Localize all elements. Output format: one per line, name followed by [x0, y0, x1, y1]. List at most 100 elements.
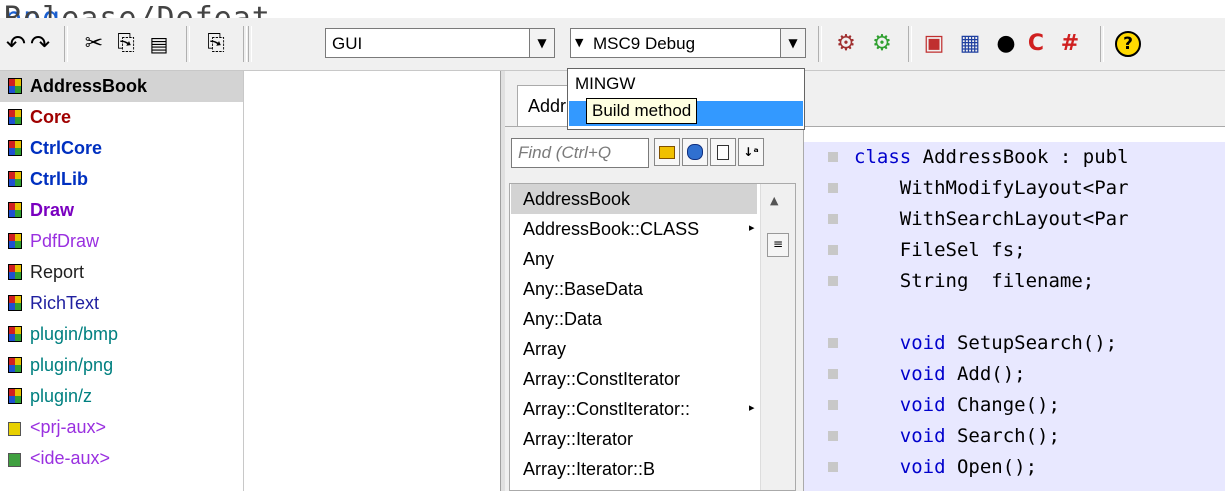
code-line: void SetupSearch();	[804, 328, 1225, 359]
line-marker[interactable]	[828, 152, 838, 162]
package-icon	[8, 388, 24, 405]
hash-icon[interactable]: #	[1054, 28, 1086, 60]
copy-icon[interactable]: ⎘	[110, 28, 142, 60]
toolbar-separator	[1100, 26, 1104, 62]
package-icon	[8, 326, 24, 343]
package-item[interactable]: <ide-aux>	[0, 443, 243, 474]
package-label: CtrlCore	[30, 138, 103, 158]
navigator-item[interactable]: AddressBook::CLASS	[511, 214, 757, 244]
sort-icon[interactable]: ↓ᵃ	[738, 138, 764, 166]
package-label: plugin/z	[30, 386, 93, 406]
navigator-item[interactable]: Array::Iterator	[511, 424, 757, 454]
calendar-icon[interactable]: ▦	[954, 28, 986, 60]
package-label: plugin/bmp	[30, 324, 119, 344]
toolbar-separator	[64, 26, 68, 62]
code-line: String filename;	[804, 266, 1225, 297]
debug-icon[interactable]: ●	[990, 28, 1022, 60]
code-line: FileSel fs;	[804, 235, 1225, 266]
package-item[interactable]: plugin/bmp	[0, 319, 243, 350]
navigator-item[interactable]: Array::ConstIterator::	[511, 394, 757, 424]
scrollbar[interactable]: ▲ ≡	[760, 184, 795, 490]
line-marker[interactable]	[828, 462, 838, 472]
package-item[interactable]: plugin/z	[0, 381, 243, 412]
code-line: void Change();	[804, 390, 1225, 421]
package-item[interactable]: <prj-aux>	[0, 412, 243, 443]
package-icon	[8, 140, 24, 157]
line-marker[interactable]	[828, 369, 838, 379]
package-item[interactable]: PdfDraw	[0, 226, 243, 257]
dropdown-option-mingw[interactable]: MINGW	[569, 71, 803, 96]
main-config-combo[interactable]: GUI ▼	[325, 28, 555, 58]
redo-icon[interactable]: ↷	[24, 28, 56, 60]
package-icon	[8, 264, 24, 281]
package-list: AddressBook Core CtrlCore CtrlLib Draw PdfDra…	[0, 71, 244, 491]
chevron-down-icon: ▼	[575, 36, 584, 49]
navigator-list: ▲ ≡ AddressBook AddressBook::CLASS ▸ Any Any…	[509, 183, 796, 491]
package-item[interactable]: plugin/png	[0, 350, 243, 381]
navigator-item[interactable]: AddressBook	[511, 184, 757, 214]
navigator-item[interactable]: Array::ConstIterator	[511, 364, 757, 394]
windows-icon[interactable]: ▣	[918, 28, 950, 60]
package-icon	[8, 202, 24, 219]
package-item[interactable]: RichText	[0, 288, 243, 319]
stop-icon[interactable]: C	[1020, 28, 1052, 60]
line-marker[interactable]	[828, 400, 838, 410]
code-line: WithModifyLayout<Par	[804, 173, 1225, 204]
package-icon	[8, 109, 24, 126]
package-label: CtrlLib	[30, 169, 88, 189]
toolbar-separator	[248, 26, 252, 62]
package-item[interactable]: Core	[0, 102, 243, 133]
navigator-item[interactable]: Any::BaseData	[511, 274, 757, 304]
line-marker[interactable]	[828, 338, 838, 348]
navigator-item[interactable]: Array::Iterator::B	[511, 454, 757, 484]
expand-arrow-icon[interactable]: ▸	[749, 221, 755, 234]
navigator-item[interactable]: Any	[511, 244, 757, 274]
duplicate-icon[interactable]: ⎘	[200, 28, 232, 60]
expand-arrow-icon[interactable]: ▸	[749, 401, 755, 414]
chevron-down-icon[interactable]: ▼	[529, 29, 554, 57]
toolbar-separator	[243, 26, 247, 62]
cut-icon[interactable]: ✂	[78, 28, 110, 60]
package-label: <ide-aux>	[30, 448, 111, 468]
package-icon	[8, 295, 24, 312]
toolbar-separator	[908, 26, 912, 62]
globe-icon[interactable]	[682, 138, 708, 166]
line-marker[interactable]	[828, 214, 838, 224]
code-line: WithSearchLayout<Par	[804, 204, 1225, 235]
chevron-down-icon[interactable]: ▼	[780, 29, 805, 57]
build-method-value: MSC9 Debug	[593, 34, 696, 53]
aux-icon	[8, 422, 21, 436]
file-icon[interactable]	[710, 138, 736, 166]
package-label: AddressBook	[30, 76, 148, 96]
build-method-combo[interactable]: ▼ MSC9 Debug ▼	[570, 28, 806, 58]
scroll-thumb[interactable]: ≡	[767, 233, 789, 257]
scroll-up-icon[interactable]: ▲	[770, 194, 778, 207]
title-suffix: , new Release/Defeat Fix	[4, 0, 271, 18]
paste-icon[interactable]: ▤	[143, 28, 175, 60]
find-input[interactable]: Find (Ctrl+Q	[511, 138, 649, 168]
rebuild-icon[interactable]: ⚙	[866, 28, 898, 60]
help-icon[interactable]: ?	[1112, 28, 1144, 60]
line-marker[interactable]	[828, 431, 838, 441]
navigator-item[interactable]: Any::Data	[511, 304, 757, 334]
line-marker[interactable]	[828, 245, 838, 255]
package-label: plugin/png	[30, 355, 114, 375]
line-marker[interactable]	[828, 276, 838, 286]
package-icon	[8, 233, 24, 250]
navigator-item[interactable]: Array	[511, 334, 757, 364]
code-line: void Open();	[804, 452, 1225, 483]
build-icon[interactable]: ⚙	[830, 28, 862, 60]
folder-icon[interactable]	[654, 138, 680, 166]
line-marker[interactable]	[828, 183, 838, 193]
toolbar-separator	[818, 26, 822, 62]
package-item[interactable]: Draw	[0, 195, 243, 226]
package-label: PdfDraw	[30, 231, 100, 251]
code-editor[interactable]: class AddressBook : publ WithModifyLayou…	[803, 127, 1225, 491]
package-label: Draw	[30, 200, 75, 220]
package-item[interactable]: Report	[0, 257, 243, 288]
package-item[interactable]: CtrlCore	[0, 133, 243, 164]
package-item[interactable]: CtrlLib	[0, 164, 243, 195]
package-label: RichText	[30, 293, 100, 313]
package-item[interactable]: AddressBook	[0, 71, 243, 102]
title-fragment: r, bmp, png, new Release/Defeat Fix	[0, 0, 1225, 18]
